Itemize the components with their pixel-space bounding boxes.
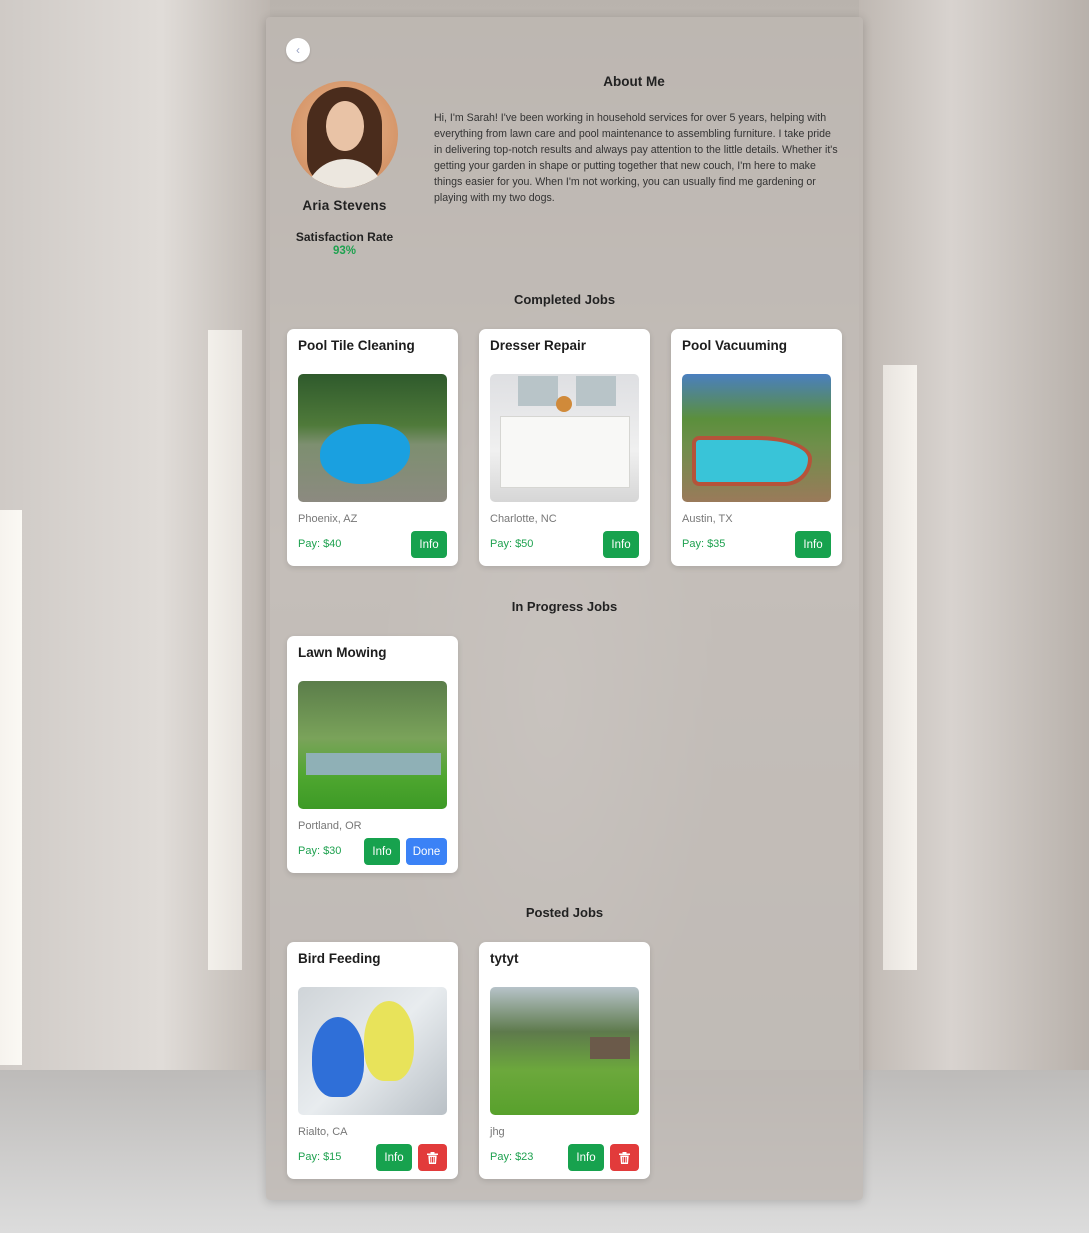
job-image [490, 374, 639, 502]
job-location: Rialto, CA [298, 1126, 348, 1138]
job-image [298, 987, 447, 1115]
job-pay: Pay: $15 [298, 1151, 342, 1163]
info-button[interactable]: Info [795, 531, 831, 558]
info-button[interactable]: Info [568, 1144, 604, 1171]
about-text: Hi, I'm Sarah! I've been working in hous… [434, 112, 838, 204]
info-button[interactable]: Info [411, 531, 447, 558]
job-title: tytyt [490, 951, 519, 966]
info-button[interactable]: Info [376, 1144, 412, 1171]
job-location: jhg [490, 1126, 505, 1138]
job-pay: Pay: $23 [490, 1151, 534, 1163]
info-button[interactable]: Info [603, 531, 639, 558]
delete-button[interactable] [610, 1144, 639, 1171]
info-button[interactable]: Info [364, 838, 400, 865]
about-title: About Me [603, 74, 665, 89]
chevron-left-icon: ‹ [296, 43, 300, 57]
job-title: Lawn Mowing [298, 645, 387, 660]
completed-jobs-title: Completed Jobs [513, 292, 616, 307]
done-button[interactable]: Done [406, 838, 447, 865]
job-card: Pool Tile Cleaning Phoenix, AZ Pay: $40 … [287, 329, 458, 566]
job-image [298, 374, 447, 502]
posted-jobs-title: Posted Jobs [525, 905, 604, 920]
back-button[interactable]: ‹ [286, 38, 310, 62]
in-progress-jobs-title: In Progress Jobs [511, 599, 618, 614]
avatar [291, 81, 398, 188]
job-image [490, 987, 639, 1115]
job-location: Phoenix, AZ [298, 513, 358, 525]
trash-icon [619, 1151, 630, 1164]
background-window-right [883, 365, 917, 970]
job-card: tytyt jhg Pay: $23 Info [479, 942, 650, 1179]
satisfaction-label: Satisfaction Rate [295, 230, 394, 244]
trash-icon [427, 1151, 438, 1164]
job-location: Austin, TX [682, 513, 733, 525]
satisfaction-value: 93% [332, 245, 357, 257]
job-image [682, 374, 831, 502]
job-title: Pool Tile Cleaning [298, 338, 415, 353]
job-title: Dresser Repair [490, 338, 587, 353]
job-card: Lawn Mowing Portland, OR Pay: $30 Info D… [287, 636, 458, 873]
job-location: Charlotte, NC [490, 513, 557, 525]
delete-button[interactable] [418, 1144, 447, 1171]
job-pay: Pay: $30 [298, 845, 342, 857]
profile-name: Aria Stevens [302, 198, 387, 213]
job-card: Bird Feeding Rialto, CA Pay: $15 Info [287, 942, 458, 1179]
job-pay: Pay: $35 [682, 538, 726, 550]
job-image [298, 681, 447, 809]
job-card: Dresser Repair Charlotte, NC Pay: $50 In… [479, 329, 650, 566]
job-pay: Pay: $50 [490, 538, 534, 550]
job-title: Bird Feeding [298, 951, 381, 966]
job-pay: Pay: $40 [298, 538, 342, 550]
job-title: Pool Vacuuming [682, 338, 788, 353]
profile-panel: ‹ Aria Stevens Satisfaction Rate 93% Abo… [266, 17, 863, 1200]
job-location: Portland, OR [298, 820, 362, 832]
background-window-left [0, 510, 22, 1065]
background-window-left-inner [208, 330, 242, 970]
job-card: Pool Vacuuming Austin, TX Pay: $35 Info [671, 329, 842, 566]
